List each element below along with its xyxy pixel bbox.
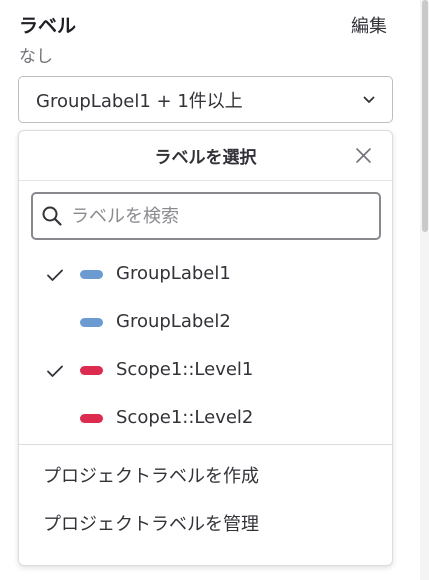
dropdown-footer: プロジェクトラベルを作成 プロジェクトラベルを管理 bbox=[19, 444, 392, 549]
scrollbar[interactable] bbox=[420, 0, 429, 580]
label-list-item[interactable]: GroupLabel2 bbox=[19, 299, 392, 347]
label-list-item[interactable]: GroupLabel1 bbox=[19, 251, 392, 299]
close-icon[interactable] bbox=[355, 147, 372, 164]
scrollbar-thumb[interactable] bbox=[422, 0, 428, 232]
label-color-swatch bbox=[80, 366, 103, 375]
create-project-label-link[interactable]: プロジェクトラベルを作成 bbox=[19, 453, 392, 501]
label-list-item[interactable]: Scope1::Level1 bbox=[19, 347, 392, 395]
check-icon bbox=[47, 365, 63, 377]
selected-labels-summary: GroupLabel1 + 1件以上 bbox=[36, 90, 243, 112]
labels-value: なし bbox=[19, 47, 53, 67]
label-name: Scope1::Level2 bbox=[116, 407, 254, 428]
dropdown-title: ラベルを選択 bbox=[154, 148, 257, 168]
label-list: GroupLabel1GroupLabel2Scope1::Level1Scop… bbox=[19, 251, 392, 443]
label-color-swatch bbox=[80, 414, 103, 423]
chevron-down-icon bbox=[363, 96, 375, 103]
label-name: Scope1::Level1 bbox=[116, 359, 254, 380]
search-icon bbox=[42, 206, 62, 226]
label-color-swatch bbox=[80, 318, 103, 327]
label-name: GroupLabel2 bbox=[116, 311, 231, 332]
dropdown-header: ラベルを選択 bbox=[19, 131, 392, 181]
label-color-swatch bbox=[80, 270, 103, 279]
label-search-box bbox=[31, 192, 381, 240]
label-dropdown: ラベルを選択 GroupLabel1GroupLabel2Scope1::Lev… bbox=[18, 130, 393, 566]
label-name: GroupLabel1 bbox=[116, 263, 231, 284]
label-search-input[interactable] bbox=[71, 205, 361, 227]
edit-button[interactable]: 編集 bbox=[351, 12, 387, 38]
check-icon bbox=[47, 269, 63, 281]
manage-project-labels-link[interactable]: プロジェクトラベルを管理 bbox=[19, 501, 392, 549]
labels-section-title: ラベル bbox=[19, 15, 77, 37]
label-select-toggle[interactable]: GroupLabel1 + 1件以上 bbox=[18, 76, 393, 123]
label-list-item[interactable]: Scope1::Level2 bbox=[19, 395, 392, 443]
